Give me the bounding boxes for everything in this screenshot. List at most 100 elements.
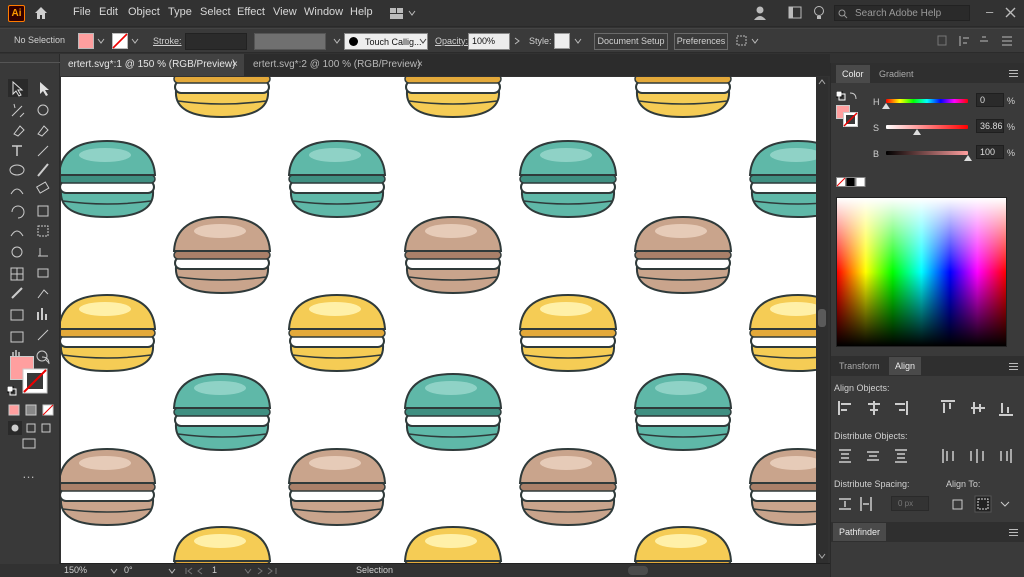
chevron-down-icon[interactable] — [333, 37, 341, 45]
zoom-level[interactable]: 150% — [64, 564, 112, 577]
panel-menu-icon[interactable] — [1009, 70, 1018, 77]
distribute-spacing-icons[interactable] — [837, 495, 877, 513]
stroke-weight-field[interactable] — [185, 33, 247, 50]
tab-ertert-2[interactable]: ertert.svg*:2 @ 100 % (RGB/Preview) × — [245, 54, 429, 76]
search-input[interactable]: Search Adobe Help — [855, 8, 941, 19]
scrollbar-thumb[interactable] — [818, 309, 826, 327]
close-tab-icon[interactable]: × — [232, 54, 238, 76]
rotation-angle[interactable]: 0° — [124, 564, 168, 577]
stroke-label[interactable]: Stroke: — [153, 36, 182, 46]
saturation-label: S — [873, 123, 880, 133]
swap-fill-stroke-icon[interactable] — [40, 354, 52, 366]
variable-width-profile[interactable] — [254, 33, 326, 50]
workspace-switcher-icon[interactable] — [390, 7, 418, 20]
brightness-slider[interactable] — [886, 151, 968, 155]
align-objects-label: Align Objects: — [834, 383, 890, 393]
macaron-teal — [403, 372, 503, 452]
tab-color[interactable]: Color — [836, 65, 870, 83]
macaron-tan — [287, 447, 387, 527]
chevron-down-icon[interactable] — [110, 567, 118, 575]
artboard-number[interactable]: 1 — [212, 564, 248, 577]
document-setup-button[interactable]: Document Setup — [594, 33, 668, 50]
tab-pathfinder[interactable]: Pathfinder — [833, 523, 887, 541]
style-label: Style: — [529, 36, 552, 46]
hue-slider[interactable] — [886, 99, 968, 103]
screen-mode-icon[interactable] — [22, 438, 38, 450]
graphic-style-swatch[interactable] — [554, 33, 570, 49]
artboard-canvas[interactable] — [61, 77, 816, 563]
macaron-yellow — [173, 77, 271, 119]
scroll-up-icon[interactable] — [818, 79, 826, 85]
panel-menu-icon[interactable] — [1009, 529, 1018, 536]
panel-menu-icon[interactable] — [1009, 363, 1018, 370]
default-fill-stroke-icon[interactable] — [7, 386, 17, 396]
edit-toolbar-icon[interactable]: … — [22, 466, 35, 481]
hue-slider-thumb[interactable] — [882, 103, 890, 109]
menu-bar: Ai File Edit Object Type Select Effect V… — [0, 0, 1024, 27]
menu-window[interactable]: Window — [304, 6, 343, 18]
chevron-down-icon[interactable] — [168, 567, 176, 575]
draw-mode-icons[interactable] — [8, 421, 54, 435]
hue-input[interactable]: 0 — [976, 93, 1004, 107]
menu-view[interactable]: View — [273, 6, 297, 18]
close-window-icon[interactable] — [1005, 7, 1016, 18]
close-tab-icon[interactable]: × — [417, 54, 423, 76]
brightness-slider-thumb[interactable] — [964, 155, 972, 161]
brightness-input[interactable]: 100 — [976, 145, 1004, 159]
artboard-nav-next-icons[interactable] — [244, 567, 284, 575]
brush-definition[interactable]: Touch Callig... — [344, 33, 428, 50]
distribute-objects-label: Distribute Objects: — [834, 431, 908, 441]
tab-ertert-1[interactable]: ertert.svg*:1 @ 150 % (RGB/Preview) × — [60, 54, 244, 76]
chevron-down-icon[interactable] — [419, 37, 427, 45]
opacity-input[interactable]: 100% — [468, 33, 510, 50]
chevron-down-icon[interactable] — [131, 37, 139, 45]
arrange-documents-icon[interactable] — [788, 6, 802, 19]
menu-object[interactable]: Object — [128, 6, 160, 18]
color-panel-header: Color Gradient — [831, 63, 1024, 83]
saturation-input[interactable]: 36.86 — [976, 119, 1004, 133]
toolbox-stroke-swatch[interactable] — [22, 368, 48, 394]
macaron-yellow — [634, 77, 732, 119]
opacity-label[interactable]: Opacity: — [435, 36, 468, 46]
document-tabs: ertert.svg*:1 @ 150 % (RGB/Preview) × er… — [60, 54, 830, 76]
align-quick-icons[interactable] — [936, 34, 1020, 48]
color-stroke-swatch[interactable] — [843, 112, 858, 127]
chevron-down-icon[interactable] — [97, 37, 105, 45]
fill-swatch[interactable] — [78, 33, 94, 49]
color-mode-icons[interactable] — [8, 404, 54, 416]
arrange-icon[interactable] — [736, 34, 760, 48]
tab-gradient[interactable]: Gradient — [873, 65, 920, 83]
scroll-down-icon[interactable] — [818, 553, 826, 559]
menu-help[interactable]: Help — [350, 6, 373, 18]
macaron-yellow — [404, 77, 502, 119]
saturation-slider-thumb[interactable] — [913, 129, 921, 135]
menu-edit[interactable]: Edit — [99, 6, 118, 18]
default-colors-icon[interactable] — [836, 91, 858, 103]
spacing-value-input[interactable]: 0 px — [891, 496, 929, 511]
none-black-white-swatches[interactable] — [836, 177, 866, 188]
menu-file[interactable]: File — [73, 6, 91, 18]
chevron-down-icon[interactable] — [574, 37, 582, 45]
discover-bulb-icon[interactable] — [812, 5, 826, 21]
menu-type[interactable]: Type — [168, 6, 192, 18]
minimize-button[interactable]: – — [986, 4, 993, 19]
tab-transform[interactable]: Transform — [833, 357, 886, 375]
toolbox-grip[interactable] — [0, 62, 60, 66]
distribute-objects-icons[interactable] — [837, 447, 1017, 465]
horizontal-scrollbar-thumb[interactable] — [628, 566, 648, 575]
align-to-icons[interactable] — [951, 495, 1011, 513]
color-spectrum[interactable] — [836, 197, 1007, 347]
menu-select[interactable]: Select — [200, 6, 231, 18]
user-account-icon[interactable] — [752, 5, 768, 21]
saturation-slider[interactable] — [886, 125, 968, 129]
menu-effect[interactable]: Effect — [237, 6, 265, 18]
preferences-button[interactable]: Preferences — [674, 33, 728, 50]
search-help-box[interactable]: Search Adobe Help — [834, 5, 970, 21]
macaron-yellow — [172, 525, 272, 563]
stroke-none-swatch[interactable] — [112, 33, 128, 49]
align-objects-icons[interactable] — [837, 399, 1017, 417]
tab-align[interactable]: Align — [889, 357, 922, 375]
vertical-scrollbar[interactable] — [816, 77, 828, 563]
chevron-right-icon[interactable] — [513, 37, 521, 45]
home-icon[interactable] — [33, 5, 49, 21]
